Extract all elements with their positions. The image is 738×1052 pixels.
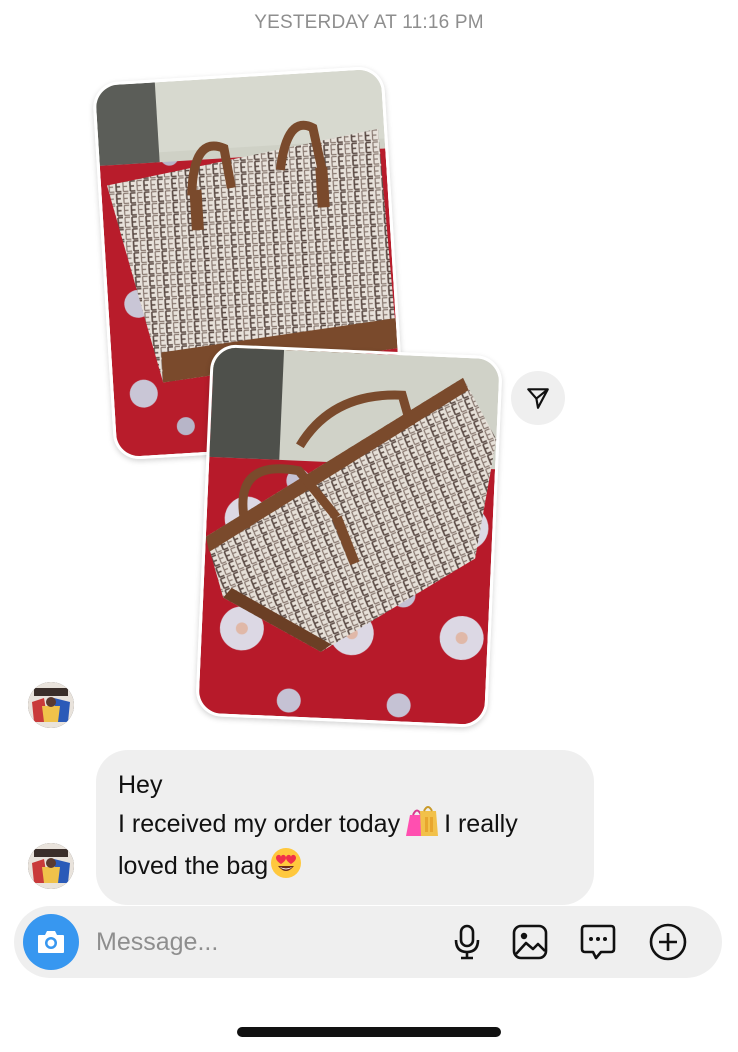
camera-button[interactable] [23, 914, 79, 970]
message-text: loved the bag [118, 852, 269, 880]
home-indicator[interactable] [237, 1027, 501, 1037]
message-text: I received my order today [118, 810, 401, 838]
message-input[interactable] [96, 925, 426, 959]
shared-photo-2[interactable] [195, 343, 503, 729]
shopping-bags-emoji [404, 803, 440, 847]
camera-icon [38, 931, 64, 953]
share-button[interactable] [511, 371, 565, 425]
avatar-image [28, 843, 74, 889]
message-text: I really [444, 810, 518, 838]
plus-icon[interactable] [648, 922, 688, 962]
message-line-2: I received my order today I really [118, 803, 572, 847]
sticker-icon[interactable] [578, 922, 618, 962]
message-text: Hey [118, 771, 163, 799]
thread-timestamp: YESTERDAY AT 11:16 PM [254, 12, 484, 33]
message-line-1: Hey [118, 767, 572, 803]
paper-plane-icon [527, 388, 549, 409]
avatar-image [28, 682, 74, 728]
sender-avatar[interactable] [28, 843, 74, 889]
message-line-3: loved the bag [118, 847, 572, 889]
sender-avatar[interactable] [28, 682, 74, 728]
heart-eyes-emoji [270, 847, 302, 889]
microphone-icon[interactable] [447, 922, 487, 962]
message-bubble[interactable]: Hey I received my order today I really l… [96, 750, 594, 905]
bag-photo-tilted [198, 346, 500, 726]
message-composer [14, 906, 722, 978]
gallery-icon[interactable] [510, 922, 550, 962]
